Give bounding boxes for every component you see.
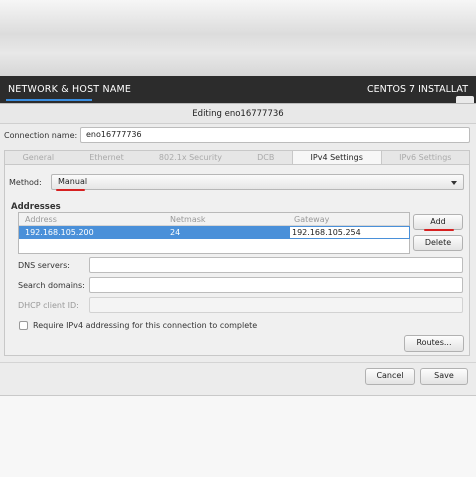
tab-general[interactable]: General (5, 151, 72, 164)
settings-tabs: General Ethernet 802.1x Security DCB IPv… (4, 150, 470, 164)
column-header-gateway: Gateway (294, 215, 330, 224)
red-annotation-underline (56, 189, 85, 191)
installer-header: NETWORK & HOST NAME CENTOS 7 INSTALLAT (0, 76, 476, 106)
addresses-heading: Addresses (11, 202, 61, 212)
search-domains-label: Search domains: (18, 281, 85, 290)
routes-button[interactable]: Routes... (404, 335, 464, 352)
column-header-netmask: Netmask (170, 215, 206, 224)
add-button[interactable]: Add (413, 214, 463, 230)
blurred-background (0, 0, 476, 76)
tab-dcb[interactable]: DCB (240, 151, 292, 164)
dns-servers-label: DNS servers: (18, 261, 70, 270)
dhcp-client-id-input[interactable] (89, 297, 463, 313)
table-row[interactable]: 192.168.105.200 24 192.168.105.254 (19, 226, 410, 239)
cancel-button[interactable]: Cancel (365, 368, 415, 385)
ipv4-settings-panel: Method: Manual Addresses Address Netmask… (4, 164, 470, 356)
footer-divider (0, 362, 476, 363)
tab-8021x-security[interactable]: 802.1x Security (141, 151, 239, 164)
installer-title: CENTOS 7 INSTALLAT (366, 84, 468, 95)
tab-ipv4-settings[interactable]: IPv4 Settings (291, 151, 382, 164)
addresses-table: Address Netmask Gateway 192.168.105.200 … (18, 212, 410, 254)
dialog-title: Editing eno16777736 (0, 104, 476, 124)
method-value: Manual (58, 177, 88, 186)
table-header: Address Netmask Gateway (19, 213, 409, 226)
save-button[interactable]: Save (420, 368, 468, 385)
dropdown-arrow-icon (451, 181, 457, 185)
page-title: NETWORK & HOST NAME (8, 84, 132, 95)
edit-connection-dialog: Editing eno16777736 Connection name: eno… (0, 103, 476, 395)
red-annotation-underline (424, 229, 454, 231)
address-cell[interactable]: 192.168.105.200 (25, 228, 94, 237)
tab-ipv6-settings[interactable]: IPv6 Settings (382, 151, 470, 164)
search-domains-input[interactable] (89, 277, 463, 293)
dhcp-client-id-label: DHCP client ID: (18, 301, 79, 310)
dns-servers-input[interactable] (89, 257, 463, 273)
require-ipv4-label: Require IPv4 addressing for this connect… (33, 321, 258, 330)
gateway-cell-editor[interactable]: 192.168.105.254 (289, 226, 410, 239)
method-select[interactable]: Manual (51, 174, 464, 190)
tab-ethernet[interactable]: Ethernet (72, 151, 142, 164)
delete-button[interactable]: Delete (413, 235, 463, 251)
netmask-cell[interactable]: 24 (170, 228, 180, 237)
column-header-address: Address (25, 215, 57, 224)
connection-name-input[interactable]: eno16777736 (80, 127, 470, 143)
method-label: Method: (9, 178, 42, 187)
title-underline (6, 99, 92, 101)
background-area (0, 395, 476, 477)
require-ipv4-checkbox[interactable] (19, 321, 28, 330)
connection-name-label: Connection name: (4, 131, 78, 140)
